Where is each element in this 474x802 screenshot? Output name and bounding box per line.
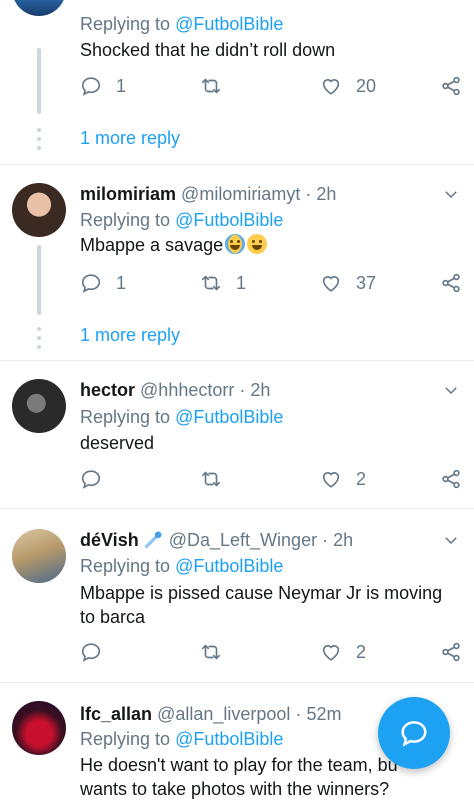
loudly-crying-face-emoji [225, 234, 246, 254]
heart-icon [322, 276, 340, 292]
heart-icon [322, 79, 340, 95]
mention-link[interactable]: @FutbolBible [175, 556, 283, 576]
reply-count: 1 [116, 75, 127, 96]
tweet-header: milomiriam @milomiriamyt · 2h [80, 184, 337, 204]
tweet-4[interactable]: déVish @Da_Left_Winger · 2h Replying to … [0, 509, 474, 683]
retweet-button[interactable] [200, 639, 236, 665]
tweet-header: déVish @Da_Left_Winger · 2h [80, 530, 354, 550]
share-button[interactable] [440, 466, 462, 492]
tweet-actions: 1 20 [80, 73, 460, 99]
retweet-icon [201, 644, 221, 660]
replying-to: Replying to @FutbolBible [80, 407, 284, 427]
user-handle[interactable]: @Da_Left_Winger [169, 530, 317, 550]
user-handle[interactable]: @hhhectorr [140, 380, 234, 400]
like-button[interactable]: 20 [320, 73, 376, 99]
avatar[interactable] [12, 529, 66, 583]
replying-to: Replying to @FutbolBible [80, 729, 284, 749]
mention-link[interactable]: @FutbolBible [175, 407, 283, 427]
thread-line [37, 245, 41, 315]
display-name[interactable]: déVish [80, 530, 139, 550]
tweet-actions: 2 [80, 639, 460, 665]
thread-line [37, 48, 41, 114]
mention-link[interactable]: @FutbolBible [175, 14, 283, 34]
tweet-1[interactable]: Replying to @FutbolBible Shocked that he… [0, 0, 474, 165]
compose-reply-button[interactable] [378, 697, 450, 769]
reply-icon [81, 643, 101, 662]
share-button[interactable] [440, 270, 462, 296]
retweet-icon [201, 471, 221, 487]
tweet-text: Shocked that he didn’t roll down [80, 40, 336, 60]
like-count: 37 [356, 272, 377, 293]
tweet-3[interactable]: hector @hhhectorr · 2h Replying to @Futb… [0, 361, 474, 509]
avatar[interactable] [12, 379, 66, 433]
tweet-text: deserved [80, 433, 155, 453]
reply-icon [81, 77, 101, 96]
comet-emoji [144, 531, 162, 549]
heart-icon [322, 645, 340, 661]
reply-icon [81, 274, 101, 293]
reply-button[interactable]: 1 [80, 73, 126, 99]
timestamp[interactable]: 2h [333, 530, 353, 550]
retweet-icon [201, 275, 221, 291]
chevron-down-icon[interactable] [442, 531, 460, 549]
chevron-down-icon[interactable] [442, 381, 460, 399]
chevron-down-icon[interactable] [442, 185, 460, 203]
timestamp[interactable]: 2h [250, 380, 270, 400]
replying-to: Replying to @FutbolBible [80, 14, 284, 34]
display-name[interactable]: lfc_allan [80, 704, 152, 724]
reply-button[interactable]: 1 [80, 270, 126, 296]
like-button[interactable]: 2 [320, 466, 366, 492]
timestamp[interactable]: 2h [316, 184, 336, 204]
replying-to: Replying to @FutbolBible [80, 556, 284, 576]
tweet-actions: 1 1 37 [80, 270, 460, 296]
timestamp[interactable]: 52m [306, 704, 341, 724]
tweet-2[interactable]: milomiriam @milomiriamyt · 2h Replying t… [0, 165, 474, 361]
tweet-header: hector @hhhectorr · 2h [80, 380, 271, 400]
share-button[interactable] [440, 639, 462, 665]
tweet-text: Mbappe a savage [80, 233, 458, 257]
share-icon [442, 273, 460, 293]
heart-icon [322, 472, 340, 488]
mention-link[interactable]: @FutbolBible [175, 210, 283, 230]
avatar[interactable] [12, 701, 66, 755]
thread-dots [36, 327, 42, 354]
tears-of-joy-face-emoji [247, 234, 268, 254]
like-count: 2 [356, 468, 367, 489]
display-name[interactable]: milomiriam [80, 184, 176, 204]
retweet-button[interactable] [200, 466, 236, 492]
reply-button[interactable] [80, 466, 116, 492]
user-handle[interactable]: @milomiriamyt [181, 184, 300, 204]
mention-link[interactable]: @FutbolBible [175, 729, 283, 749]
more-replies-link[interactable]: 1 more reply [80, 128, 180, 149]
like-button[interactable]: 37 [320, 270, 376, 296]
share-icon [442, 469, 460, 489]
display-name[interactable]: hector [80, 380, 135, 400]
tweet-text: Mbappe is pissed cause Neymar Jr is movi… [80, 583, 443, 627]
retweet-button[interactable] [200, 73, 236, 99]
reply-button[interactable] [80, 639, 116, 665]
share-button[interactable] [440, 73, 462, 99]
like-button[interactable]: 2 [320, 639, 366, 665]
reply-icon [81, 470, 101, 489]
share-icon [442, 76, 460, 96]
tweet-actions: 2 [80, 466, 460, 492]
avatar[interactable] [12, 183, 66, 237]
like-count: 20 [356, 75, 377, 96]
retweet-icon [201, 78, 221, 94]
retweet-button[interactable]: 1 [200, 270, 246, 296]
retweet-count: 1 [236, 272, 247, 293]
like-count: 2 [356, 641, 367, 662]
replying-to: Replying to @FutbolBible [80, 210, 284, 230]
thread-dots [36, 128, 42, 155]
share-icon [442, 642, 460, 662]
more-replies-link[interactable]: 1 more reply [80, 325, 180, 346]
compose-reply-icon [401, 721, 427, 747]
avatar[interactable] [12, 0, 66, 16]
reply-count: 1 [116, 272, 127, 293]
user-handle[interactable]: @allan_liverpool [157, 704, 290, 724]
